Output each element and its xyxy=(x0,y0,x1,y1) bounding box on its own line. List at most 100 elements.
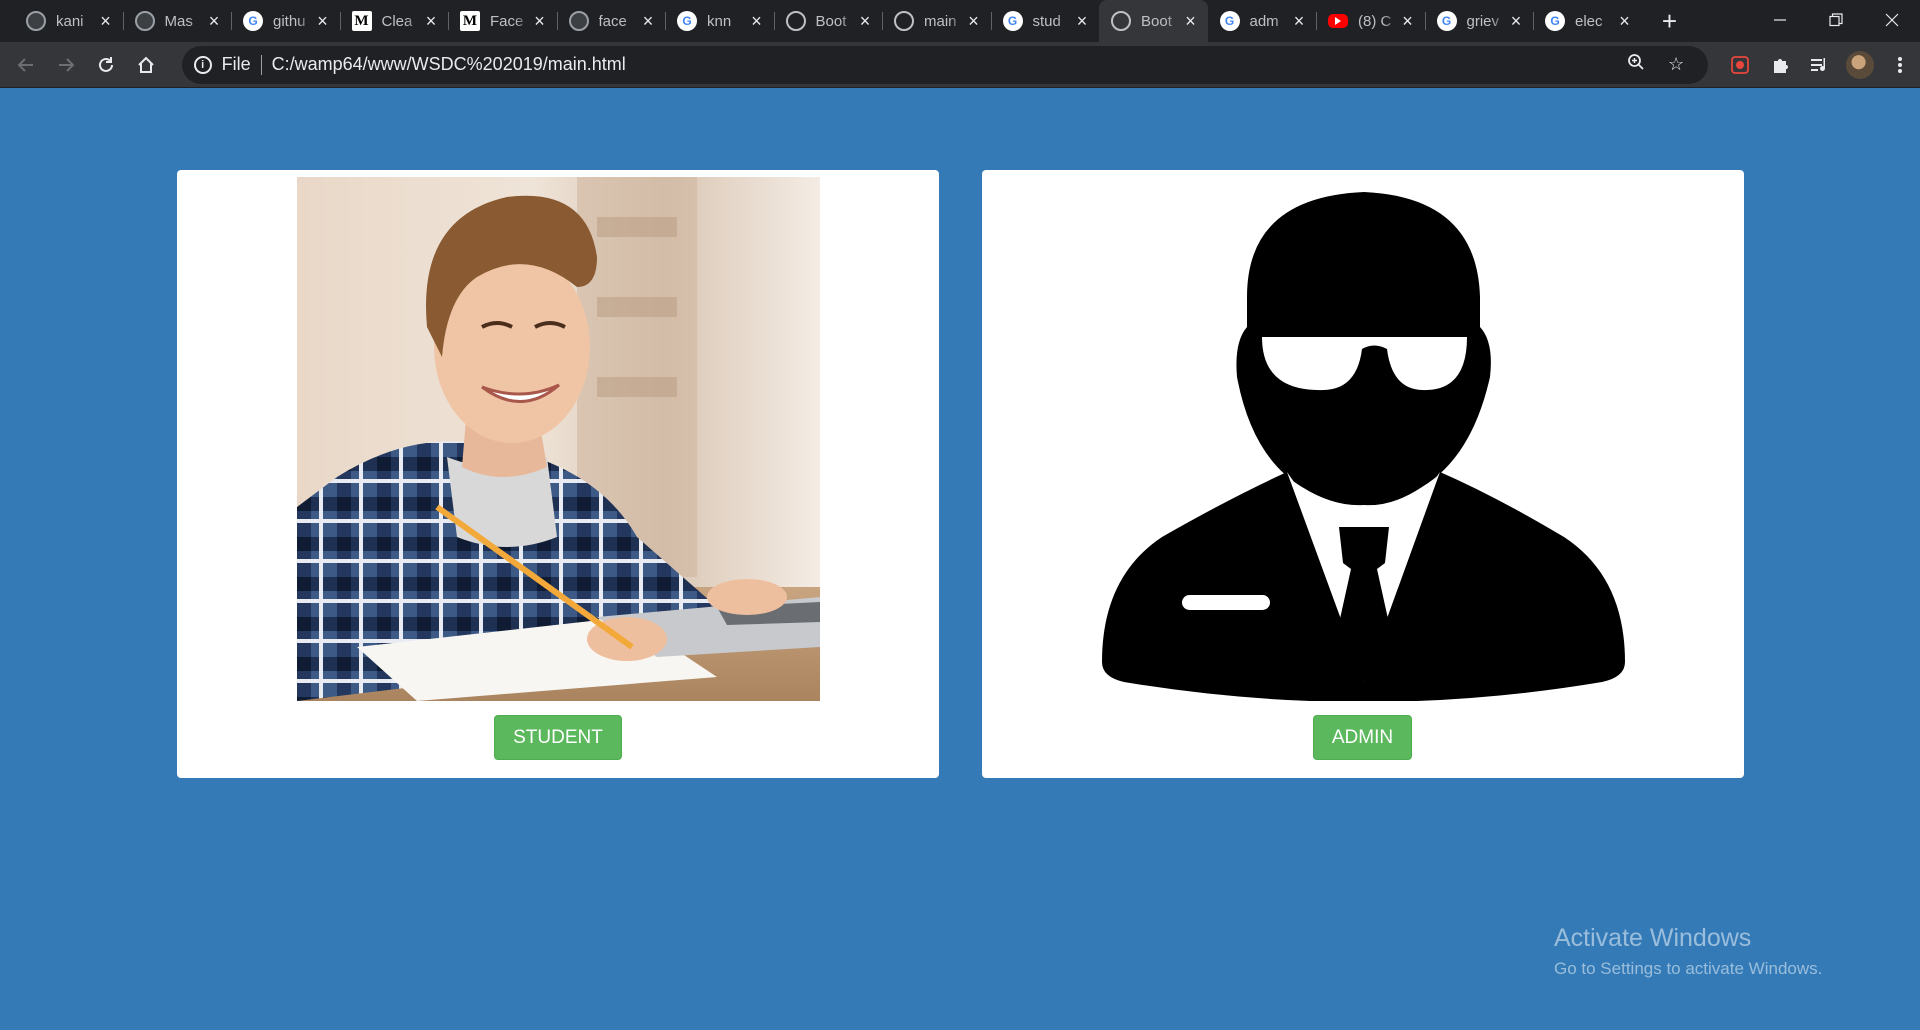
student-button[interactable]: STUDENT xyxy=(494,715,622,760)
admin-avatar-image[interactable] xyxy=(1102,177,1625,701)
browser-tab[interactable]: Mas × xyxy=(122,0,232,42)
close-window-icon xyxy=(1885,13,1899,27)
tab-title: adm xyxy=(1249,12,1279,30)
watermark-title: Activate Windows xyxy=(1554,924,1752,952)
globe-icon xyxy=(1111,11,1131,31)
tab-title: githu xyxy=(273,12,306,30)
restore-button[interactable] xyxy=(1808,0,1864,40)
browser-tab[interactable]: main × xyxy=(882,0,991,42)
address-bar[interactable]: i File C:/wamp64/www/WSDC%202019/main.ht… xyxy=(181,45,1709,84)
screen-recorder-icon[interactable] xyxy=(1720,45,1760,85)
browser-tab[interactable]: kani × xyxy=(14,0,123,42)
tab-title: Mas xyxy=(164,12,193,30)
github-icon xyxy=(134,11,155,31)
youtube-icon xyxy=(1328,14,1348,28)
tab-title: Boot xyxy=(815,12,847,30)
reload-button[interactable] xyxy=(86,45,126,85)
tab-title: Boot xyxy=(1141,12,1172,30)
info-icon[interactable]: i xyxy=(193,55,212,74)
chrome-menu-button[interactable] xyxy=(1880,45,1920,85)
minimize-button[interactable] xyxy=(1752,0,1808,40)
new-tab-button[interactable]: + xyxy=(1650,0,1690,42)
admin-silhouette-icon xyxy=(1102,192,1625,701)
extension-area xyxy=(1720,45,1920,85)
tab-title: Clea xyxy=(381,12,413,30)
browser-tab[interactable]: G griev × xyxy=(1424,0,1534,42)
browser-tab-active[interactable]: Boot × xyxy=(1099,0,1208,42)
close-icon[interactable]: × xyxy=(1073,11,1091,32)
browser-tab[interactable]: G elec × xyxy=(1533,0,1642,42)
tab-title: Face xyxy=(490,12,524,30)
tab-title: stud xyxy=(1032,12,1061,30)
google-icon: G xyxy=(1219,11,1240,31)
windows-activation-watermark: Activate Windows Go to Settings to activ… xyxy=(1554,924,1822,979)
extensions-puzzle-icon[interactable] xyxy=(1760,45,1800,85)
github-icon xyxy=(26,11,46,31)
close-icon[interactable]: × xyxy=(1290,11,1308,32)
profile-avatar[interactable] xyxy=(1840,45,1880,85)
close-icon[interactable]: × xyxy=(1182,11,1200,32)
more-vertical-icon xyxy=(1898,56,1903,73)
page-body: STUDENT ADMIN Activate Windows Go to Set… xyxy=(0,89,1920,1030)
google-icon: G xyxy=(677,11,697,31)
browser-tab[interactable]: G stud × xyxy=(990,0,1100,42)
student-photo[interactable] xyxy=(297,177,820,701)
browser-tab[interactable]: (8) C × xyxy=(1316,0,1425,42)
tab-title: main xyxy=(924,12,957,30)
forward-button[interactable] xyxy=(46,45,86,85)
bookmark-star-icon[interactable]: ☆ xyxy=(1656,54,1696,75)
url-scheme: File xyxy=(221,54,251,74)
github-icon xyxy=(568,11,589,31)
globe-icon xyxy=(894,11,914,31)
browser-tab[interactable]: G adm × xyxy=(1208,0,1317,42)
medium-icon: M xyxy=(460,11,480,31)
tab-title: (8) C xyxy=(1358,12,1392,30)
close-icon[interactable]: × xyxy=(1507,11,1525,32)
tab-title: elec xyxy=(1575,12,1603,30)
url-text[interactable]: C:/wamp64/www/WSDC%202019/main.html xyxy=(272,54,1616,75)
close-icon[interactable]: × xyxy=(856,11,874,32)
avatar xyxy=(1846,50,1875,79)
close-icon[interactable]: × xyxy=(205,11,223,32)
admin-button[interactable]: ADMIN xyxy=(1313,715,1412,760)
tab-strip: kani × Mas × G githu × M Clea × M Face ×… xyxy=(0,0,1920,42)
close-icon[interactable]: × xyxy=(314,11,332,32)
google-icon: G xyxy=(1545,11,1565,31)
browser-tab[interactable]: face × xyxy=(556,0,666,42)
google-icon: G xyxy=(1002,11,1023,31)
browser-tab[interactable]: M Face × xyxy=(448,0,557,42)
close-icon[interactable]: × xyxy=(639,11,657,32)
tab-title: knn xyxy=(707,12,732,30)
close-window-button[interactable] xyxy=(1864,0,1920,40)
browser-tab[interactable]: G githu × xyxy=(231,0,340,42)
browser-tab[interactable]: Boot × xyxy=(773,0,883,42)
tab-title: face xyxy=(598,12,627,30)
browser-tab[interactable]: G knn × xyxy=(665,0,774,42)
close-icon[interactable]: × xyxy=(1616,11,1634,32)
admin-card: ADMIN xyxy=(982,170,1744,778)
reload-icon xyxy=(98,56,113,72)
student-card: STUDENT xyxy=(177,170,939,778)
watermark-subtitle: Go to Settings to activate Windows. xyxy=(1554,959,1823,978)
back-button[interactable] xyxy=(6,45,46,85)
close-icon[interactable]: × xyxy=(1399,11,1417,32)
omnibox-divider xyxy=(260,54,262,75)
restore-icon xyxy=(1829,13,1843,27)
close-icon[interactable]: × xyxy=(97,11,115,32)
close-icon[interactable]: × xyxy=(422,11,440,32)
home-icon xyxy=(137,56,154,73)
forward-arrow-icon xyxy=(58,57,75,72)
globe-icon xyxy=(785,11,806,31)
google-icon: G xyxy=(243,11,263,31)
media-control-icon[interactable] xyxy=(1800,45,1840,85)
tab-title: kani xyxy=(56,12,84,30)
back-arrow-icon xyxy=(17,57,33,72)
close-icon[interactable]: × xyxy=(748,11,766,32)
zoom-icon[interactable] xyxy=(1616,53,1656,76)
google-icon: G xyxy=(1436,11,1457,31)
close-icon[interactable]: × xyxy=(531,11,549,32)
medium-icon: M xyxy=(351,11,372,31)
close-icon[interactable]: × xyxy=(965,11,983,32)
home-button[interactable] xyxy=(126,45,166,85)
browser-tab[interactable]: M Clea × xyxy=(339,0,449,42)
